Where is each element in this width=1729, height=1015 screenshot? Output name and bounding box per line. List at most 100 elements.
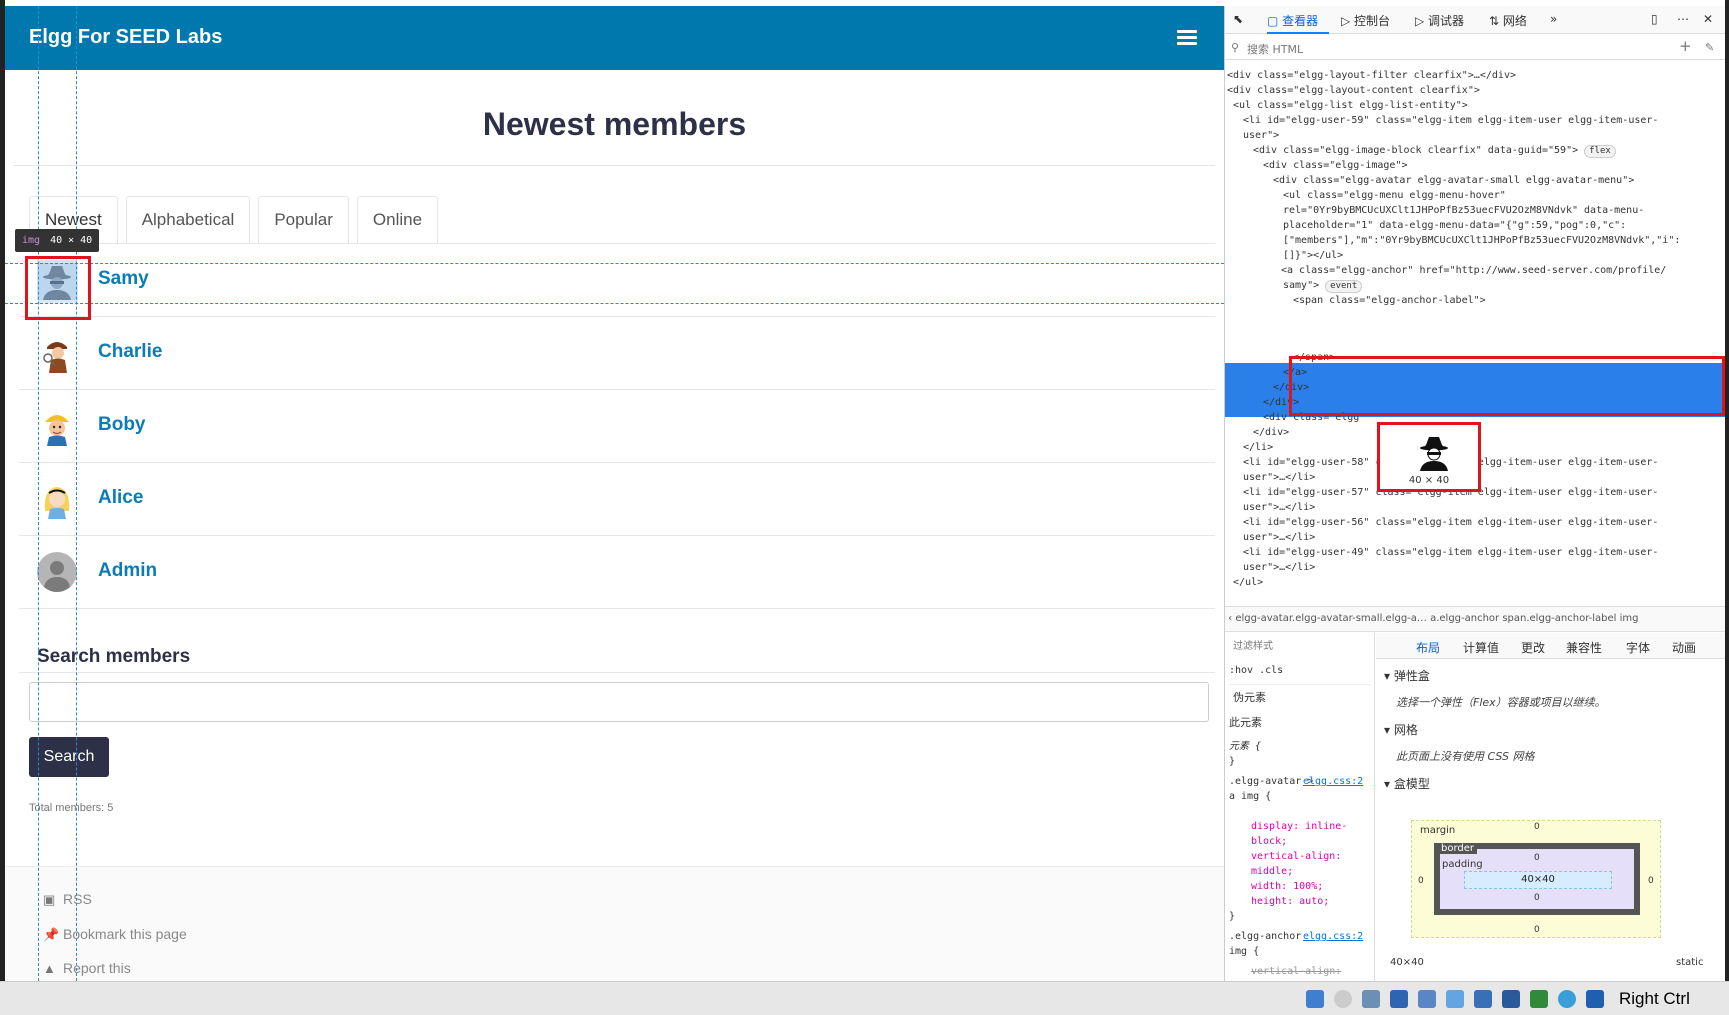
dom-line[interactable]: samy"> event [1283,278,1363,293]
breadcrumb[interactable]: ‹ elgg-avatar.elgg-avatar-small.elgg-a… … [1225,606,1725,632]
dom-line[interactable]: []}"></ul> [1283,248,1343,263]
member-name[interactable]: Boby [98,414,146,436]
tab-fonts[interactable]: 字体 [1626,639,1650,656]
network-icon[interactable] [1390,990,1408,1008]
member-name[interactable]: Alice [98,487,143,509]
dom-line[interactable]: user">…</li> [1243,470,1315,485]
css-prop[interactable]: vertical-align: middle; [1251,849,1371,879]
css-prop[interactable]: width: 100%; [1251,879,1323,894]
dom-line[interactable]: <div class="elgg-layout-content clearfix… [1227,83,1480,98]
dom-line[interactable]: <ul class="elgg-list elgg-list-entity"> [1233,98,1468,113]
tab-debugger[interactable]: ▷ 调试器 [1415,12,1464,29]
css-prop[interactable]: vertical-align: [1251,964,1341,979]
dom-line[interactable]: <li id="elgg-user-59" class="elgg-item e… [1243,113,1658,128]
recording-icon[interactable] [1502,990,1520,1008]
tab-computed[interactable]: 计算值 [1463,639,1499,656]
dom-line-selected[interactable]: <img src="http://www.seed-server.com/ser… [1301,308,1608,323]
dom-tree[interactable]: <div class="elgg-layout-filter clearfix"… [1225,60,1725,605]
dom-line[interactable]: rel="0Yr9byBMCUcUXClt1JHPoPfBz53uecFVU2O… [1283,203,1644,218]
close-icon[interactable]: ✕ [1703,12,1713,26]
dom-line[interactable]: <div class="elgg-layout-filter clearfix"… [1227,68,1516,83]
dom-line[interactable]: <div class="elgg-image-block clearfix" d… [1253,143,1616,158]
tab-console[interactable]: ▷ 控制台 [1341,12,1390,29]
css-prop[interactable]: display: inline-block; [1251,819,1371,849]
dock-icon[interactable]: ▯ [1651,12,1658,26]
padding-top[interactable]: 0 [1534,853,1540,863]
pseudo-elements[interactable]: 伪元素 [1233,690,1266,705]
search-button[interactable]: Search [29,737,109,777]
cd-icon[interactable] [1334,990,1352,1008]
dom-line[interactable]: ["members"],"m":"0Yr9byBMCUcUXClt1JHPoPf… [1283,233,1680,248]
dom-line[interactable]: <div class="elgg-avatar elgg-avatar-smal… [1273,173,1634,188]
tab-online[interactable]: Online [356,196,439,244]
margin-bottom[interactable]: 0 [1534,925,1540,935]
dom-line[interactable]: <div class="elgg-image"> [1263,158,1408,173]
site-title[interactable]: Elgg For SEED Labs [29,26,222,49]
mouse-integration-icon[interactable] [1586,990,1604,1008]
filter-styles[interactable]: 过滤样式 [1233,639,1273,654]
member-name[interactable]: Admin [98,560,157,582]
cls-toggle[interactable]: .cls [1259,665,1283,676]
rss-link[interactable]: ▣ RSS [43,891,92,908]
eyedropper-icon[interactable]: ✎ [1705,41,1714,54]
member-name[interactable]: Charlie [98,341,162,363]
css-prop[interactable]: height: auto; [1251,894,1329,909]
dom-line[interactable]: <li id="elgg-user-56" class="elgg-item e… [1243,515,1658,530]
bookmark-link[interactable]: 📌 Bookmark this page [43,926,187,943]
tab-network[interactable]: ⇅ 网络 [1489,12,1527,29]
report-link[interactable]: ▲ Report this [43,960,131,976]
disk-icon[interactable] [1306,990,1324,1008]
builder-avatar[interactable] [37,406,77,446]
dom-line[interactable]: user"> [1243,128,1279,143]
dom-line-selected[interactable]: profile/59small.jpg" alt="Samy" title="S… [1301,336,1572,351]
dom-line[interactable]: user">…</li> [1243,500,1315,515]
usb-icon[interactable] [1418,990,1436,1008]
dom-line-selected[interactable]: l1587929565/di/c0/R…S--I9Xb9mhiE_B0UtzlA… [1301,322,1668,337]
add-node-icon[interactable]: + [1679,37,1692,55]
shared-folder-icon[interactable] [1446,990,1464,1008]
css-source-link[interactable]: elgg.css:2 [1303,929,1363,944]
cpu-icon[interactable] [1530,990,1548,1008]
flexbox-section[interactable]: ▾ 弹性盒 [1384,667,1430,684]
content-box[interactable]: 40×40 [1464,871,1612,889]
hamburger-menu-icon[interactable] [1177,30,1197,46]
margin-right[interactable]: 0 [1648,876,1654,886]
html-search-input[interactable]: 搜索 HTML [1247,41,1303,57]
dom-line[interactable]: <span class="elgg-anchor-label"> [1293,293,1486,308]
dom-line[interactable]: <ul class="elgg-menu elgg-menu-hover" [1283,188,1506,203]
default-user-avatar[interactable] [37,552,77,592]
alice-avatar[interactable] [37,479,77,519]
detective-avatar[interactable] [37,333,77,373]
css-rule-selector[interactable]: .elgg-anchor img { [1229,929,1309,959]
tab-inspector[interactable]: ▢ 查看器 [1267,12,1318,29]
display-icon[interactable] [1474,990,1492,1008]
tab-alphabetical[interactable]: Alphabetical [125,196,251,244]
search-input[interactable] [29,682,1209,722]
dom-line[interactable]: </li> [1243,440,1273,455]
member-name[interactable]: Samy [98,268,149,290]
globe-icon[interactable] [1558,990,1576,1008]
audio-icon[interactable] [1362,990,1380,1008]
html-search[interactable]: ⚲ 搜索 HTML + ✎ [1225,35,1725,60]
dom-line[interactable]: <li id="elgg-user-49" class="elgg-item e… [1243,545,1658,560]
padding-bottom[interactable]: 0 [1534,893,1540,903]
grid-section[interactable]: ▾ 网格 [1384,721,1418,738]
hov-toggle[interactable]: :hov [1229,665,1253,676]
tab-animations[interactable]: 动画 [1672,639,1696,656]
tab-compat[interactable]: 兼容性 [1566,639,1602,656]
more-tabs-icon[interactable]: » [1550,12,1557,26]
dom-line[interactable]: placeholder="1" data-elgg-menu-data="{"g… [1283,218,1626,233]
dom-line[interactable]: user">…</li> [1243,560,1315,575]
dom-line[interactable]: <a class="elgg-anchor" href="http://www.… [1281,263,1666,278]
dom-line[interactable]: </div> [1253,425,1289,440]
margin-top[interactable]: 0 [1534,822,1540,832]
boxmodel-section[interactable]: ▾ 盒模型 [1384,775,1430,792]
css-source-link[interactable]: elgg.css:2 [1303,774,1363,789]
tab-layout[interactable]: 布局 [1416,639,1440,656]
tab-popular[interactable]: Popular [258,196,349,244]
dom-line[interactable]: user">…</li> [1243,530,1315,545]
css-rule-selector[interactable]: .elgg-avatar > a img { [1229,774,1314,804]
margin-left[interactable]: 0 [1418,876,1424,886]
tab-changes[interactable]: 更改 [1521,639,1545,656]
dom-line[interactable]: </ul> [1233,575,1263,590]
